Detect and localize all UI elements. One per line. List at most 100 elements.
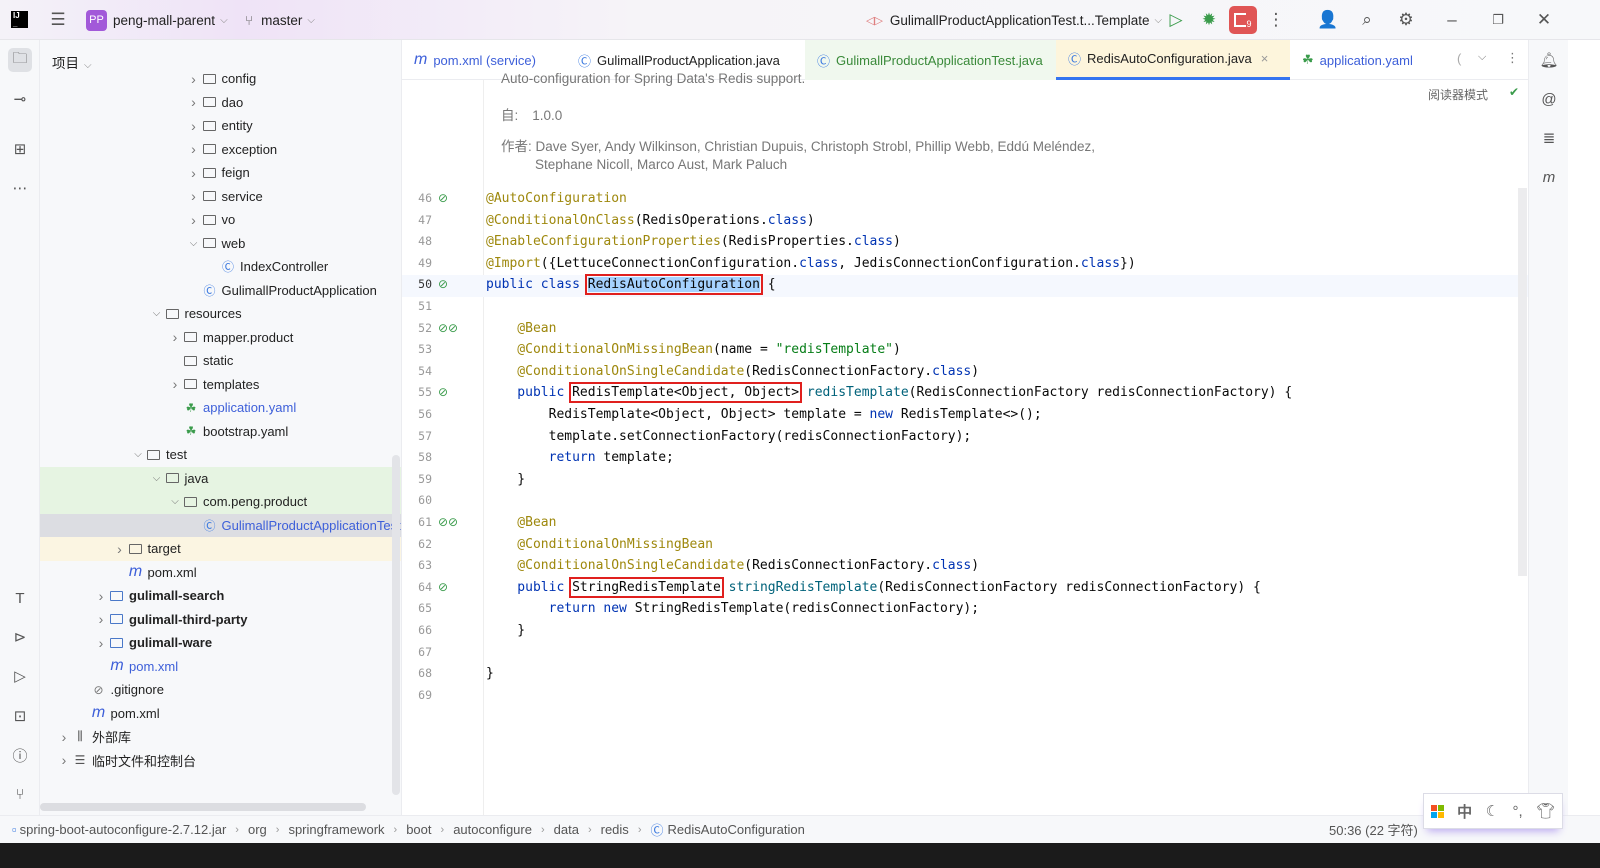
tree-item[interactable]: › feign xyxy=(40,161,401,185)
tree-item[interactable]: ⌵ test xyxy=(40,443,401,467)
breadcrumb-item[interactable]: org xyxy=(248,822,267,837)
code-editor[interactable]: Auto-configuration for Spring Data's Red… xyxy=(402,71,1528,815)
run-config-selector[interactable]: ◁▷ GulimallProductApplicationTest.t...Te… xyxy=(866,0,1162,40)
tree-item[interactable]: › exception xyxy=(40,138,401,162)
tree-hscrollbar[interactable] xyxy=(40,803,366,811)
tree-item[interactable]: › templates xyxy=(40,373,401,397)
tree-item[interactable]: m pom.xml xyxy=(40,702,401,726)
chevron-right-icon[interactable]: › xyxy=(189,71,199,87)
ime-mode[interactable]: 中 xyxy=(1457,801,1472,822)
chevron-right-icon[interactable]: › xyxy=(59,752,69,768)
tree-item[interactable]: m pom.xml xyxy=(40,561,401,585)
chevron-right-icon[interactable]: › xyxy=(189,141,199,157)
git-icon[interactable]: ⑂ xyxy=(8,782,32,806)
half-width-moon-icon[interactable]: ☾ xyxy=(1486,802,1499,820)
tree-item[interactable]: ⌵ com.peng.product xyxy=(40,490,401,514)
spring-bean-gutter-icon[interactable]: ⊘ xyxy=(438,274,448,296)
editor-tab[interactable]: ☘ application.yaml xyxy=(1290,40,1450,80)
project-selector[interactable]: PP peng-mall-parent ⌵ xyxy=(86,0,228,40)
chevron-right-icon[interactable]: › xyxy=(189,212,199,228)
maven-icon[interactable]: m xyxy=(1537,165,1561,189)
more-tools-icon[interactable]: ⋯ xyxy=(8,176,32,200)
chevron-down-icon[interactable]: ⌵ xyxy=(170,496,180,507)
run-icon[interactable]: ▷ xyxy=(1164,8,1188,32)
minimize-icon[interactable]: – xyxy=(1440,8,1464,32)
tree-item[interactable]: › vo xyxy=(40,208,401,232)
tree-item[interactable]: Ⓒ IndexController xyxy=(40,255,401,279)
tree-item[interactable]: › ⫼ 外部库 xyxy=(40,725,401,749)
tree-item[interactable]: Ⓒ GulimallProductApplication xyxy=(40,279,401,303)
chevron-right-icon[interactable]: › xyxy=(59,729,69,745)
settings-icon[interactable]: ⚙ xyxy=(1394,8,1418,32)
project-tool-icon[interactable]: 🗀 xyxy=(8,48,32,72)
breadcrumb-item[interactable]: data xyxy=(554,822,579,837)
breadcrumb-item[interactable]: springframework xyxy=(288,822,384,837)
debug-icon[interactable]: ✹ xyxy=(1197,8,1221,32)
search-icon[interactable]: ⌕ xyxy=(1355,8,1379,32)
spring-bean-gutter-icon[interactable]: ⊘ xyxy=(438,382,448,404)
add-user-icon[interactable]: 👤 xyxy=(1316,8,1340,32)
chevron-down-icon[interactable]: ⌵ xyxy=(152,473,162,484)
tree-item[interactable]: › ☰ 临时文件和控制台 xyxy=(40,749,401,773)
tree-item[interactable]: › service xyxy=(40,185,401,209)
cursor-position[interactable]: 50:36 (22 字符) xyxy=(1329,820,1418,839)
services-icon[interactable]: ⊳ xyxy=(8,625,32,649)
restore-icon[interactable]: ❐ xyxy=(1486,8,1510,32)
spring-bean-gutter-icon[interactable]: ⊘ xyxy=(438,577,448,599)
spring-bean-gutter-icon[interactable]: ⊘⊘ xyxy=(438,512,458,534)
tree-item[interactable]: › gulimall-third-party xyxy=(40,608,401,632)
build-icon[interactable]: T xyxy=(8,586,32,610)
tab-more-icon[interactable]: ⋮ xyxy=(1506,50,1519,66)
tree-item[interactable]: static xyxy=(40,349,401,373)
tree-item[interactable]: ⊘ .gitignore xyxy=(40,678,401,702)
intellij-logo-icon[interactable]: IJ _ xyxy=(11,11,28,28)
main-menu-icon[interactable]: ☰ xyxy=(46,8,70,32)
branch-selector[interactable]: ⑂ master ⌵ xyxy=(245,0,315,40)
close-tab-icon[interactable]: × xyxy=(1261,51,1269,66)
tree-item[interactable]: ⌵ java xyxy=(40,466,401,490)
hidden-tab-icon[interactable]: ( xyxy=(1457,51,1461,66)
tree-item[interactable]: › entity xyxy=(40,114,401,138)
commit-icon[interactable]: ⊸ xyxy=(8,87,32,111)
close-window-icon[interactable]: ✕ xyxy=(1532,8,1556,32)
chevron-right-icon[interactable]: › xyxy=(170,376,180,392)
tree-item[interactable]: Ⓒ GulimallProductApplicationTest xyxy=(40,513,401,537)
reader-mode-button[interactable]: 阅读器模式 xyxy=(1428,86,1488,103)
chevron-right-icon[interactable]: › xyxy=(96,588,106,604)
tab-list-chevron-icon[interactable]: ⌵ xyxy=(1478,51,1486,64)
tree-item[interactable]: › target xyxy=(40,537,401,561)
terminal-icon[interactable]: ⊡ xyxy=(8,704,32,728)
tree-item[interactable]: › config xyxy=(40,67,401,91)
structure-icon[interactable]: ⊞ xyxy=(8,137,32,161)
chevron-down-icon[interactable]: ⌵ xyxy=(189,238,199,249)
breadcrumb-item[interactable]: redis xyxy=(601,822,629,837)
breadcrumb-item[interactable]: spring-boot-autoconfigure-2.7.12.jar xyxy=(20,822,227,837)
tree-scrollbar[interactable] xyxy=(392,455,400,795)
chevron-down-icon[interactable]: ⌵ xyxy=(133,449,143,460)
skin-shirt-icon[interactable]: 👕︎ xyxy=(1536,802,1555,820)
coverage-button[interactable]: 9 xyxy=(1229,6,1257,34)
tree-item[interactable]: › dao xyxy=(40,91,401,115)
breadcrumb-item[interactable]: RedisAutoConfiguration xyxy=(668,822,805,837)
tree-item[interactable]: ☘ application.yaml xyxy=(40,396,401,420)
editor-scrollbar[interactable] xyxy=(1518,188,1527,576)
windows-logo-icon[interactable] xyxy=(1430,804,1444,818)
tree-item[interactable]: › gulimall-ware xyxy=(40,631,401,655)
notifications-icon[interactable]: 🔔︎ xyxy=(1537,48,1561,72)
tree-item[interactable]: › gulimall-search xyxy=(40,584,401,608)
chevron-down-icon[interactable]: ⌵ xyxy=(152,308,162,319)
chevron-right-icon[interactable]: › xyxy=(96,635,106,651)
chevron-right-icon[interactable]: › xyxy=(189,188,199,204)
more-icon[interactable]: ⋮ xyxy=(1264,8,1288,32)
breadcrumb-item[interactable]: boot xyxy=(406,822,431,837)
spring-bean-gutter-icon[interactable]: ⊘ xyxy=(438,188,448,210)
tree-item[interactable]: ☘ bootstrap.yaml xyxy=(40,420,401,444)
chevron-right-icon[interactable]: › xyxy=(170,329,180,345)
tree-item[interactable]: m pom.xml xyxy=(40,655,401,679)
editor-tab[interactable]: Ⓒ RedisAutoConfiguration.java × xyxy=(1056,40,1290,80)
chevron-right-icon[interactable]: › xyxy=(189,118,199,134)
breadcrumb-item[interactable]: autoconfigure xyxy=(453,822,532,837)
database-icon[interactable]: ≣ xyxy=(1537,126,1561,150)
tree-item[interactable]: ⌵ resources xyxy=(40,302,401,326)
problems-icon[interactable]: ⓘ xyxy=(8,743,32,767)
